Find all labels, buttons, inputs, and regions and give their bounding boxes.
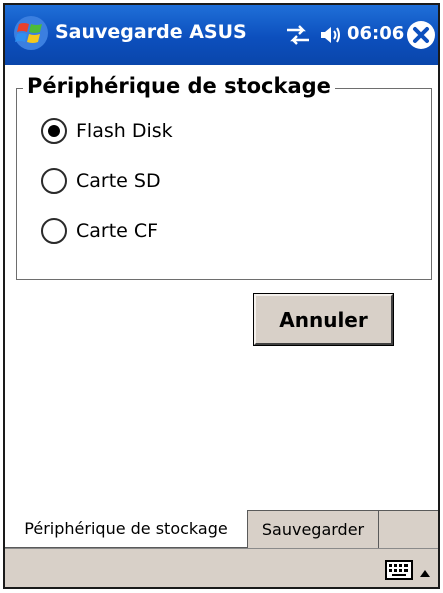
arrow-up-icon[interactable] bbox=[419, 563, 431, 577]
radio-label-flash-disk[interactable]: Flash Disk bbox=[76, 120, 173, 142]
radio-carte-cf[interactable]: Carte CF bbox=[41, 215, 158, 247]
radio-label-carte-cf[interactable]: Carte CF bbox=[76, 220, 158, 242]
clock[interactable]: 06:06 bbox=[347, 23, 404, 44]
tab-strip: Périphérique de stockage Sauvegarder bbox=[5, 510, 438, 549]
radio-label-carte-sd[interactable]: Carte SD bbox=[76, 170, 161, 192]
app-title: Sauvegarde ASUS bbox=[55, 21, 247, 43]
close-button[interactable] bbox=[407, 21, 435, 49]
radio-button[interactable] bbox=[41, 218, 67, 244]
windows-flag-icon[interactable] bbox=[13, 15, 49, 51]
menu-bar bbox=[5, 548, 438, 587]
radio-carte-sd[interactable]: Carte SD bbox=[41, 165, 161, 197]
speaker-icon[interactable] bbox=[319, 23, 343, 47]
close-icon bbox=[413, 27, 429, 43]
device-frame: Sauvegarde ASUS 06:06 Périphérique de st… bbox=[3, 3, 440, 589]
storage-group-title: Périphérique de stockage bbox=[23, 74, 335, 98]
radio-flash-disk[interactable]: Flash Disk bbox=[41, 115, 173, 147]
connectivity-arrows-icon[interactable] bbox=[285, 23, 311, 47]
keyboard-icon[interactable] bbox=[385, 560, 413, 580]
tab-backup[interactable]: Sauvegarder bbox=[248, 510, 379, 548]
tab-storage-device[interactable]: Périphérique de stockage bbox=[5, 510, 248, 548]
radio-button[interactable] bbox=[41, 168, 67, 194]
title-bar: Sauvegarde ASUS 06:06 bbox=[5, 5, 438, 65]
radio-button-checked[interactable] bbox=[41, 118, 67, 144]
cancel-button[interactable]: Annuler bbox=[253, 293, 394, 346]
